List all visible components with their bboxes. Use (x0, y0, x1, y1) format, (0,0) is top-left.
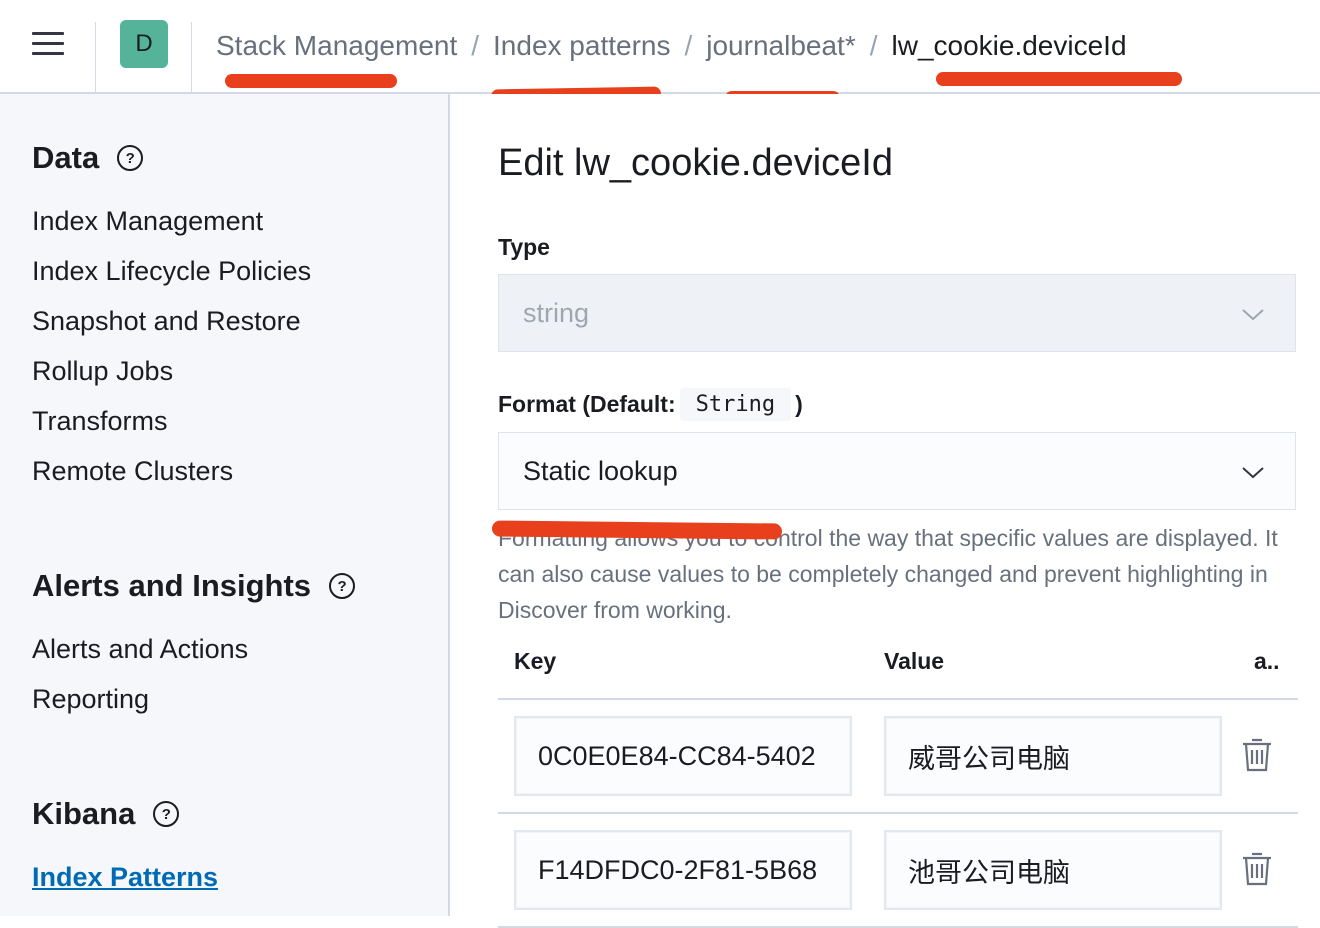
column-header-key: Key (514, 648, 557, 674)
sidebar-item-reporting[interactable]: Reporting (32, 674, 355, 724)
section-title-text: Data (32, 140, 100, 175)
format-label-suffix: ) (795, 391, 803, 417)
sidebar-item-transforms[interactable]: Transforms (32, 396, 311, 446)
breadcrumb-separator: / (869, 30, 878, 61)
redaction-mark (225, 74, 397, 88)
format-label: Format (Default: String ) (498, 388, 803, 421)
page-title: Edit lw_cookie.deviceId (498, 142, 893, 184)
type-label: Type (498, 234, 550, 260)
key-input[interactable]: 0C0E0E84-CC84-5402 (514, 716, 852, 796)
column-header-actions: a.. (1254, 648, 1280, 674)
format-select[interactable]: Static lookup (498, 432, 1296, 510)
breadcrumb-index-pattern[interactable]: journalbeat* (706, 30, 855, 62)
breadcrumb-index-patterns[interactable]: Index patterns (493, 30, 670, 62)
breadcrumb: Stack Management / Index patterns / jour… (216, 26, 1127, 66)
section-title-text: Alerts and Insights (32, 568, 312, 603)
trash-icon[interactable] (1240, 736, 1274, 772)
question-circle-icon[interactable]: ? (153, 801, 180, 827)
sidebar-item-alerts-and-actions[interactable]: Alerts and Actions (32, 624, 355, 674)
sidebar-section-title: Alerts and Insights ? (32, 566, 356, 606)
sidebar-section-title: Kibana ? (32, 794, 218, 834)
management-sidebar: Data ? Index Management Index Lifecycle … (0, 94, 450, 916)
breadcrumb-separator: / (471, 30, 480, 61)
section-title-text: Kibana (32, 796, 136, 831)
sidebar-section-data: Data ? Index Management Index Lifecycle … (32, 138, 311, 496)
space-avatar[interactable]: D (120, 20, 168, 68)
redaction-mark (491, 520, 783, 540)
sidebar-section-kibana: Kibana ? Index Patterns (32, 794, 218, 902)
header-divider (191, 22, 192, 92)
table-row: 0C0E0E84-CC84-5402 威哥公司电脑 (498, 698, 1298, 814)
redaction-mark (936, 72, 1182, 86)
type-select-value: string (523, 297, 590, 328)
table-row: F14DFDC0-2F81-5B68 池哥公司电脑 (498, 812, 1298, 928)
sidebar-item-remote-clusters[interactable]: Remote Clusters (32, 446, 311, 496)
breadcrumb-separator: / (684, 30, 693, 61)
trash-icon[interactable] (1240, 850, 1274, 886)
lookup-table-header: Key Value a.. (498, 634, 1298, 700)
sidebar-item-index-management[interactable]: Index Management (32, 196, 311, 246)
chevron-down-icon (1242, 467, 1264, 479)
key-input[interactable]: F14DFDC0-2F81-5B68 (514, 830, 852, 910)
format-label-text: Format (Default: (498, 391, 676, 417)
column-header-value: Value (884, 648, 945, 674)
sidebar-section-title: Data ? (32, 138, 311, 178)
sidebar-item-snapshot-and-restore[interactable]: Snapshot and Restore (32, 296, 311, 346)
format-select-value: Static lookup (523, 455, 678, 486)
sidebar-item-index-patterns[interactable]: Index Patterns (32, 852, 218, 902)
hamburger-icon[interactable] (28, 28, 68, 64)
value-input[interactable]: 池哥公司电脑 (884, 830, 1222, 910)
type-select: string (498, 274, 1296, 352)
sidebar-section-alerts: Alerts and Insights ? Alerts and Actions… (32, 566, 356, 724)
breadcrumb-stack-management[interactable]: Stack Management (216, 30, 457, 62)
top-header: D Stack Management / Index patterns / jo… (0, 0, 1320, 105)
breadcrumb-field: lw_cookie.deviceId (891, 30, 1127, 61)
chevron-down-icon (1242, 309, 1264, 321)
question-circle-icon[interactable]: ? (329, 573, 356, 599)
sidebar-item-index-lifecycle-policies[interactable]: Index Lifecycle Policies (32, 246, 311, 296)
header-divider (95, 22, 96, 92)
sidebar-item-rollup-jobs[interactable]: Rollup Jobs (32, 346, 311, 396)
field-editor-panel: Edit lw_cookie.deviceId Type string Form… (450, 94, 1320, 928)
format-default-code: String (679, 388, 792, 421)
question-circle-icon[interactable]: ? (117, 145, 144, 171)
value-input[interactable]: 威哥公司电脑 (884, 716, 1222, 796)
